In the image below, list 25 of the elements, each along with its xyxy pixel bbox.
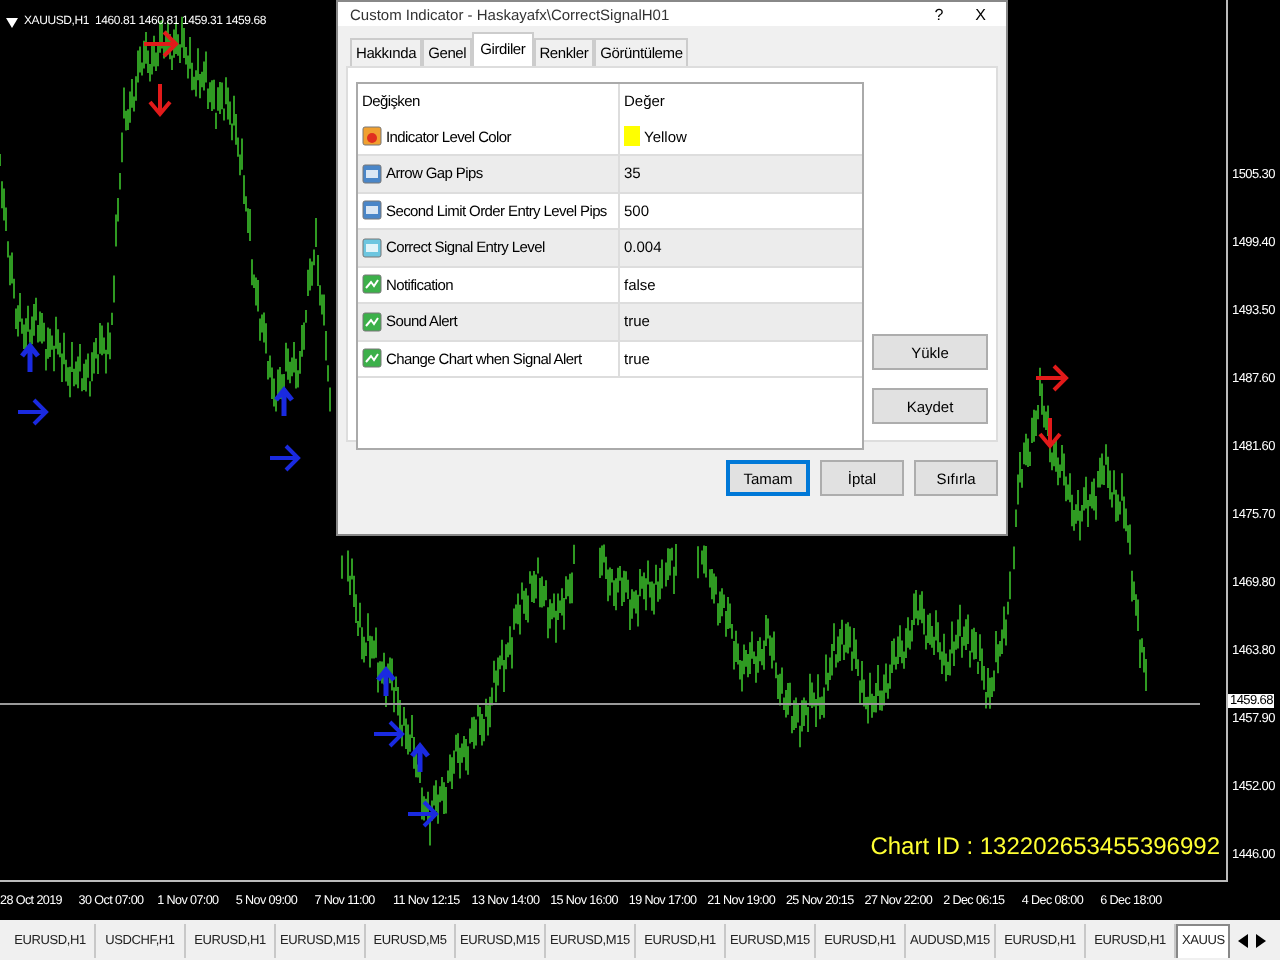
variable-icon	[362, 126, 382, 147]
dropdown-icon[interactable]	[6, 17, 18, 27]
variable-icon	[362, 163, 382, 184]
arrow-right-icon	[372, 720, 405, 748]
variable-icon	[362, 237, 382, 258]
arrow-down-icon	[1038, 416, 1062, 450]
arrow-up-icon	[273, 386, 295, 419]
arrow-right-icon	[268, 444, 301, 472]
arrow-up-icon	[409, 742, 431, 775]
chart-line-icon	[362, 311, 382, 332]
chart-line-icon	[362, 348, 382, 369]
arrow-right-icon	[1034, 364, 1069, 392]
arrow-right-icon	[142, 30, 179, 58]
arrow-right-icon	[406, 800, 439, 828]
scroll-left-icon[interactable]	[1238, 933, 1249, 947]
arrow-down-icon	[148, 82, 172, 118]
chart-id-label: Chart ID : 132202653455396992	[870, 832, 1220, 860]
help-button[interactable]: ?	[926, 5, 952, 23]
arrow-right-icon	[16, 398, 49, 426]
close-button[interactable]: X	[967, 5, 994, 23]
arrow-up-icon	[19, 342, 41, 375]
arrow-up-icon	[375, 666, 397, 699]
scroll-right-icon[interactable]	[1256, 933, 1267, 947]
variable-icon	[362, 200, 382, 221]
chart-line-icon	[362, 274, 382, 295]
